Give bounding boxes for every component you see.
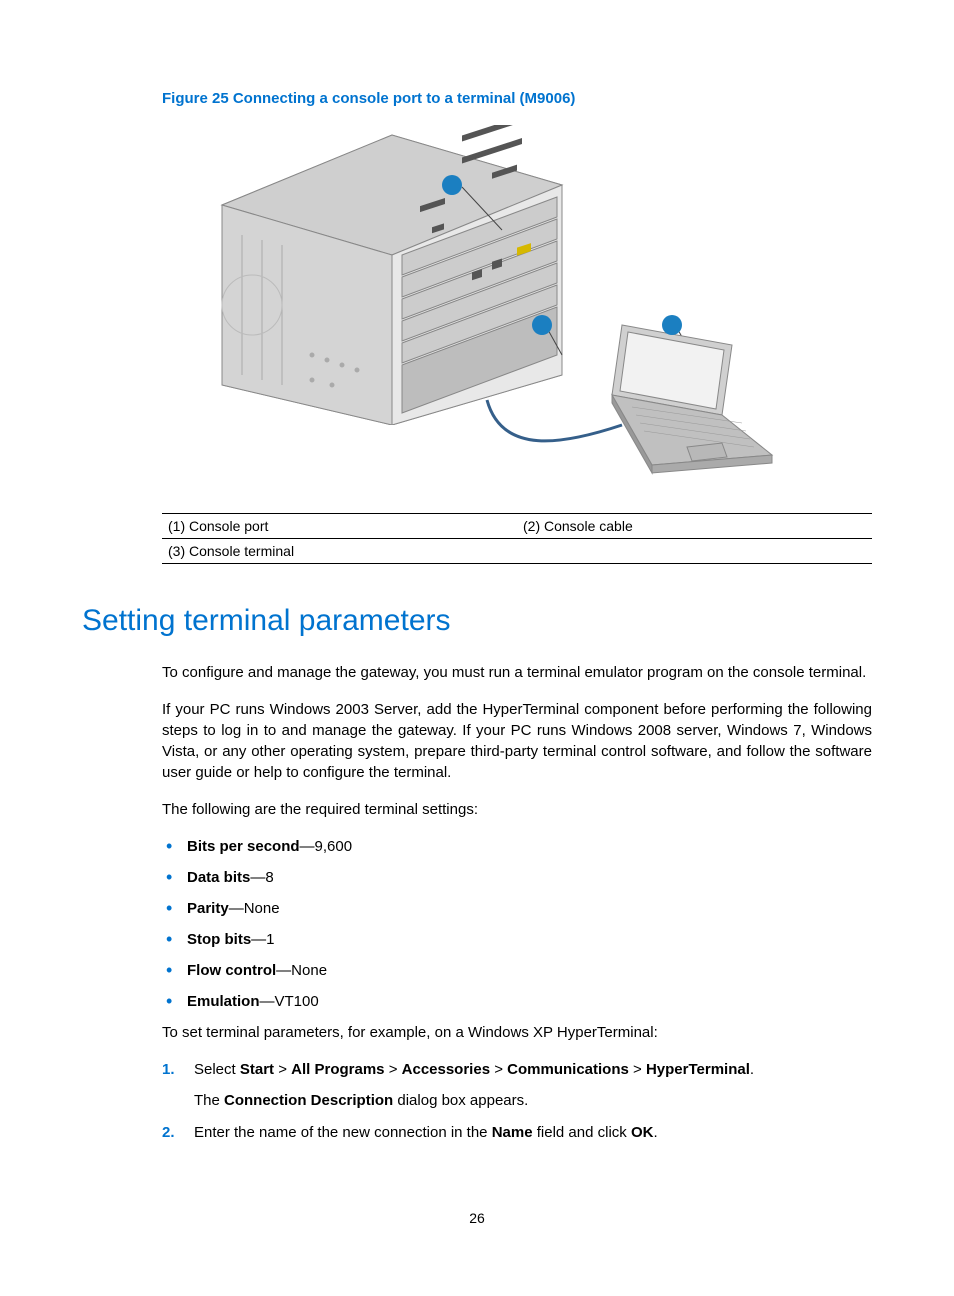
legend-cell: (2) Console cable: [517, 514, 872, 538]
step-item: Select Start > All Programs > Accessorie…: [162, 1059, 872, 1112]
legend-cell: [517, 539, 872, 563]
legend-row: (3) Console terminal: [162, 539, 872, 564]
step-text: dialog box appears.: [393, 1092, 528, 1109]
paragraph: The following are the required terminal …: [162, 799, 872, 820]
menu-path: HyperTerminal: [646, 1061, 750, 1078]
list-item: Flow control—None: [162, 960, 872, 981]
paragraph: If your PC runs Windows 2003 Server, add…: [162, 699, 872, 783]
step-sub: The Connection Description dialog box ap…: [194, 1090, 872, 1113]
setting-value: —9,600: [300, 838, 353, 855]
callout-marker-2: [532, 315, 552, 335]
chassis-illustration: [162, 125, 582, 425]
paragraph: To configure and manage the gateway, you…: [162, 662, 872, 683]
callout-marker-1: [442, 175, 462, 195]
paragraph: To set terminal parameters, for example,…: [162, 1022, 872, 1043]
sep: >: [490, 1061, 507, 1078]
step-text: Enter the name of the new connection in …: [194, 1124, 492, 1141]
section-heading: Setting terminal parameters: [82, 604, 872, 638]
sep: >: [629, 1061, 646, 1078]
setting-value: —None: [276, 962, 327, 979]
setting-label: Flow control: [187, 962, 276, 979]
list-item: Bits per second—9,600: [162, 836, 872, 857]
figure-caption: Figure 25 Connecting a console port to a…: [162, 90, 872, 107]
step-text: .: [750, 1061, 754, 1078]
step-item: Enter the name of the new connection in …: [162, 1122, 872, 1145]
setting-value: —VT100: [260, 993, 319, 1010]
menu-path: Communications: [507, 1061, 629, 1078]
figure-legend: (1) Console port (2) Console cable (3) C…: [162, 513, 872, 564]
setting-value: —1: [251, 931, 274, 948]
page-number: 26: [0, 1210, 954, 1226]
legend-cell: (1) Console port: [162, 514, 517, 538]
figure-diagram: [162, 125, 872, 505]
callout-marker-3: [662, 315, 682, 335]
laptop-illustration: [592, 315, 782, 475]
setting-label: Stop bits: [187, 931, 251, 948]
menu-path: All Programs: [291, 1061, 384, 1078]
list-item: Emulation—VT100: [162, 991, 872, 1012]
sep: >: [385, 1061, 402, 1078]
setting-label: Bits per second: [187, 838, 300, 855]
step-text: Select: [194, 1061, 240, 1078]
step-text: The: [194, 1092, 224, 1109]
setting-label: Emulation: [187, 993, 260, 1010]
step-text: .: [653, 1124, 657, 1141]
setting-label: Parity: [187, 900, 229, 917]
legend-cell: (3) Console terminal: [162, 539, 517, 563]
list-item: Parity—None: [162, 898, 872, 919]
terminal-settings-list: Bits per second—9,600 Data bits—8 Parity…: [162, 836, 872, 1012]
menu-path: Accessories: [402, 1061, 490, 1078]
legend-row: (1) Console port (2) Console cable: [162, 514, 872, 539]
setting-value: —8: [250, 869, 273, 886]
menu-path: Start: [240, 1061, 274, 1078]
sep: >: [274, 1061, 291, 1078]
steps-list: Select Start > All Programs > Accessorie…: [162, 1059, 872, 1145]
step-text: field and click: [533, 1124, 631, 1141]
button-name: OK: [631, 1124, 654, 1141]
list-item: Data bits—8: [162, 867, 872, 888]
setting-label: Data bits: [187, 869, 250, 886]
list-item: Stop bits—1: [162, 929, 872, 950]
dialog-name: Connection Description: [224, 1092, 393, 1109]
field-name: Name: [492, 1124, 533, 1141]
setting-value: —None: [229, 900, 280, 917]
